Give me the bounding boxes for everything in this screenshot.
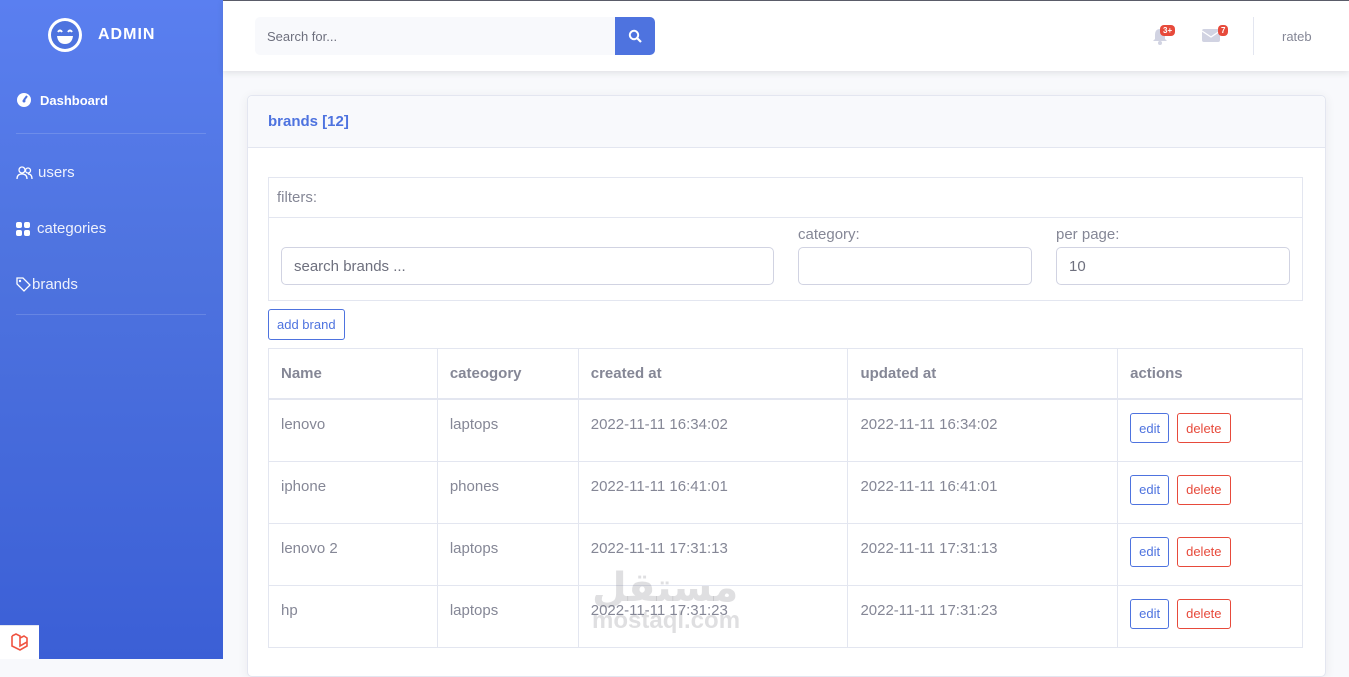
column-header-updated-at[interactable]: updated at bbox=[847, 348, 1119, 400]
search-button[interactable] bbox=[615, 17, 655, 55]
per-page-label: per page: bbox=[1056, 226, 1120, 243]
sidebar-divider bbox=[16, 133, 206, 134]
cell-updated-at: 2022-11-11 17:31:23 bbox=[847, 584, 1119, 648]
cell-actions: edit delete bbox=[1117, 584, 1303, 648]
users-icon bbox=[16, 165, 33, 179]
cell-category: laptops bbox=[436, 398, 579, 462]
sidebar-divider bbox=[16, 314, 206, 315]
cell-name: iphone bbox=[268, 460, 438, 524]
delete-button[interactable]: delete bbox=[1177, 536, 1231, 567]
card-title: brands [12] bbox=[248, 96, 1325, 148]
cell-updated-at: 2022-11-11 17:31:13 bbox=[847, 522, 1119, 586]
cell-created-at: 2022-11-11 16:41:01 bbox=[577, 460, 849, 524]
messages-badge: 7 bbox=[1218, 25, 1229, 36]
add-brand-button[interactable]: add brand bbox=[268, 309, 345, 340]
tachometer-icon bbox=[17, 93, 31, 107]
cell-name: hp bbox=[268, 584, 438, 648]
topbar-search bbox=[255, 17, 655, 55]
cell-actions: edit delete bbox=[1117, 522, 1303, 586]
delete-button[interactable]: delete bbox=[1177, 598, 1231, 629]
table-row: iphone phones 2022-11-11 16:41:01 2022-1… bbox=[268, 460, 1303, 524]
cell-actions: edit delete bbox=[1117, 460, 1303, 524]
topbar-divider bbox=[1253, 17, 1254, 55]
filters-panel: filters: category: per page: bbox=[268, 177, 1303, 301]
category-field[interactable] bbox=[798, 247, 1032, 285]
sidebar-item-label: users bbox=[38, 164, 75, 181]
messages-button[interactable]: 7 bbox=[1201, 25, 1229, 48]
grid-icon bbox=[16, 221, 30, 236]
cell-actions: edit delete bbox=[1117, 398, 1303, 462]
brand-name: ADMIN bbox=[98, 26, 156, 43]
column-header-name[interactable]: Name bbox=[268, 348, 438, 400]
edit-button[interactable]: edit bbox=[1130, 536, 1170, 567]
column-header-category[interactable]: cateogory bbox=[436, 348, 579, 400]
sidebar-item-label: categories bbox=[37, 220, 107, 237]
sidebar-brand[interactable]: ADMIN bbox=[48, 18, 155, 52]
per-page-field[interactable] bbox=[1056, 247, 1290, 285]
sidebar: ADMIN Dashboard users categories brands bbox=[0, 0, 223, 659]
cell-category: laptops bbox=[436, 522, 579, 586]
cell-created-at: 2022-11-11 17:31:13 bbox=[577, 522, 849, 586]
table-header-row: Name cateogory created at updated at act… bbox=[268, 348, 1303, 400]
cell-updated-at: 2022-11-11 16:41:01 bbox=[847, 460, 1119, 524]
sidebar-item-dashboard[interactable]: Dashboard bbox=[16, 92, 108, 108]
edit-button[interactable]: edit bbox=[1130, 598, 1170, 629]
table-row: lenovo 2 laptops 2022-11-11 17:31:13 202… bbox=[268, 522, 1303, 586]
cell-name: lenovo 2 bbox=[268, 522, 438, 586]
brands-table: Name cateogory created at updated at act… bbox=[268, 348, 1303, 648]
sidebar-item-label: brands bbox=[32, 276, 78, 293]
cell-category: laptops bbox=[436, 584, 579, 648]
cell-updated-at: 2022-11-11 16:34:02 bbox=[847, 398, 1119, 462]
cell-category: phones bbox=[436, 460, 579, 524]
cell-created-at: 2022-11-11 16:34:02 bbox=[577, 398, 849, 462]
sidebar-item-users[interactable]: users bbox=[16, 164, 75, 181]
laravel-logo-icon[interactable] bbox=[0, 625, 39, 659]
brand-search-input[interactable] bbox=[281, 247, 774, 285]
sidebar-item-label: Dashboard bbox=[40, 92, 108, 108]
column-header-created-at[interactable]: created at bbox=[577, 348, 849, 400]
search-icon bbox=[628, 29, 642, 43]
edit-button[interactable]: edit bbox=[1130, 474, 1170, 505]
delete-button[interactable]: delete bbox=[1177, 413, 1231, 443]
alerts-button[interactable]: 3+ bbox=[1152, 25, 1176, 50]
topbar: 3+ 7 rateb bbox=[223, 0, 1349, 71]
sidebar-item-brands[interactable]: brands bbox=[16, 276, 78, 293]
edit-button[interactable]: edit bbox=[1130, 413, 1170, 443]
cell-created-at: 2022-11-11 17:31:23 bbox=[577, 584, 849, 648]
filters-title: filters: bbox=[269, 178, 1302, 218]
user-menu[interactable]: rateb bbox=[1282, 29, 1312, 44]
cell-name: lenovo bbox=[268, 398, 438, 462]
table-row: hp laptops 2022-11-11 17:31:23 2022-11-1… bbox=[268, 584, 1303, 648]
sidebar-item-categories[interactable]: categories bbox=[16, 220, 106, 237]
search-input[interactable] bbox=[255, 17, 615, 55]
column-header-actions: actions bbox=[1117, 348, 1303, 400]
delete-button[interactable]: delete bbox=[1177, 474, 1231, 505]
table-row: lenovo laptops 2022-11-11 16:34:02 2022-… bbox=[268, 398, 1303, 462]
brands-card: brands [12] filters: category: per page:… bbox=[247, 95, 1326, 677]
laugh-icon bbox=[48, 18, 82, 52]
category-label: category: bbox=[798, 226, 860, 243]
alerts-badge: 3+ bbox=[1160, 25, 1176, 36]
tag-icon bbox=[16, 277, 31, 292]
